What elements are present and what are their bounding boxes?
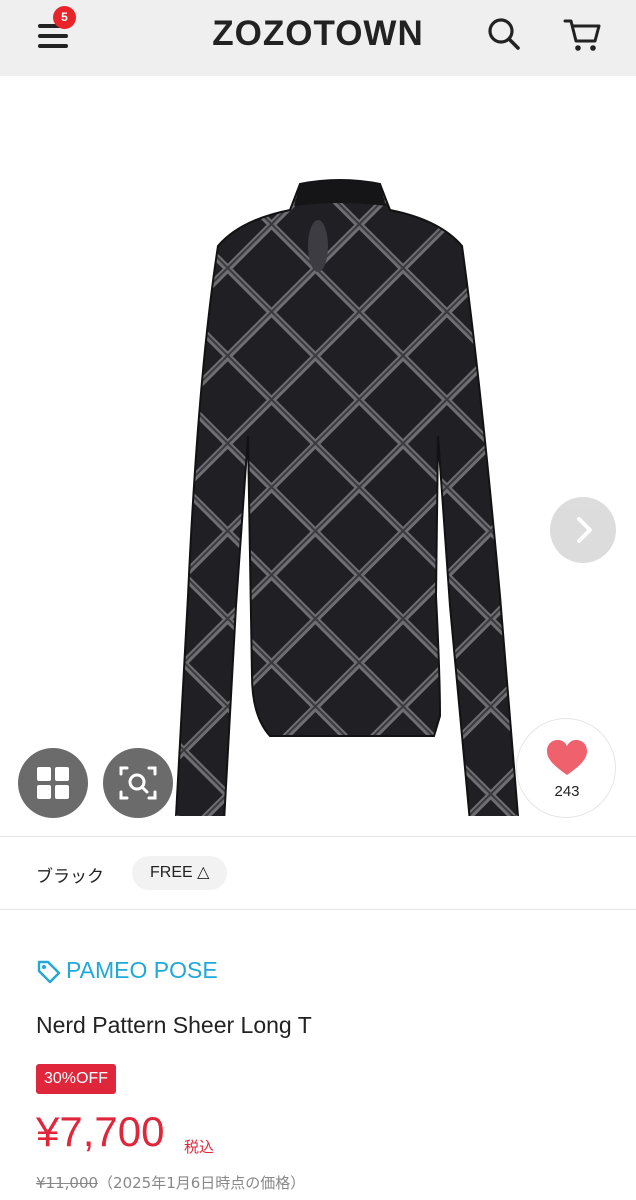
product-title: Nerd Pattern Sheer Long T bbox=[36, 1012, 312, 1038]
cart-icon[interactable] bbox=[562, 14, 602, 54]
discount-badge: 30%OFF bbox=[36, 1064, 117, 1094]
favorite-count: 243 bbox=[554, 783, 580, 800]
app-header: 5 ZOZOTOWN bbox=[0, 0, 636, 76]
price-note: （2025年1月6日時点の価格） bbox=[98, 1174, 306, 1192]
favorite-button[interactable]: 243 bbox=[516, 718, 616, 818]
divider bbox=[0, 836, 636, 837]
next-image-button[interactable] bbox=[550, 497, 616, 563]
search-icon[interactable] bbox=[484, 14, 524, 54]
grid-icon bbox=[37, 767, 69, 799]
image-list-button[interactable] bbox=[18, 748, 88, 818]
color-label: ブラック bbox=[36, 867, 104, 887]
site-logo[interactable]: ZOZOTOWN bbox=[0, 14, 636, 54]
sale-price: ¥7,700 bbox=[36, 1108, 165, 1155]
brand-name: PAMEO POSE bbox=[66, 957, 218, 983]
chevron-right-icon bbox=[577, 517, 592, 543]
product-image bbox=[174, 179, 520, 816]
zoom-icon bbox=[119, 766, 157, 800]
tax-label: 税込 bbox=[184, 1138, 215, 1156]
divider bbox=[0, 909, 636, 910]
original-price: ¥11,000 bbox=[36, 1174, 99, 1192]
size-option[interactable]: FREE △ bbox=[132, 856, 228, 890]
zoom-button[interactable] bbox=[103, 748, 173, 818]
tag-icon bbox=[37, 960, 61, 984]
heart-icon bbox=[547, 740, 587, 775]
original-price-row: ¥11,000（2025年1月6日時点の価格） bbox=[36, 1172, 305, 1193]
